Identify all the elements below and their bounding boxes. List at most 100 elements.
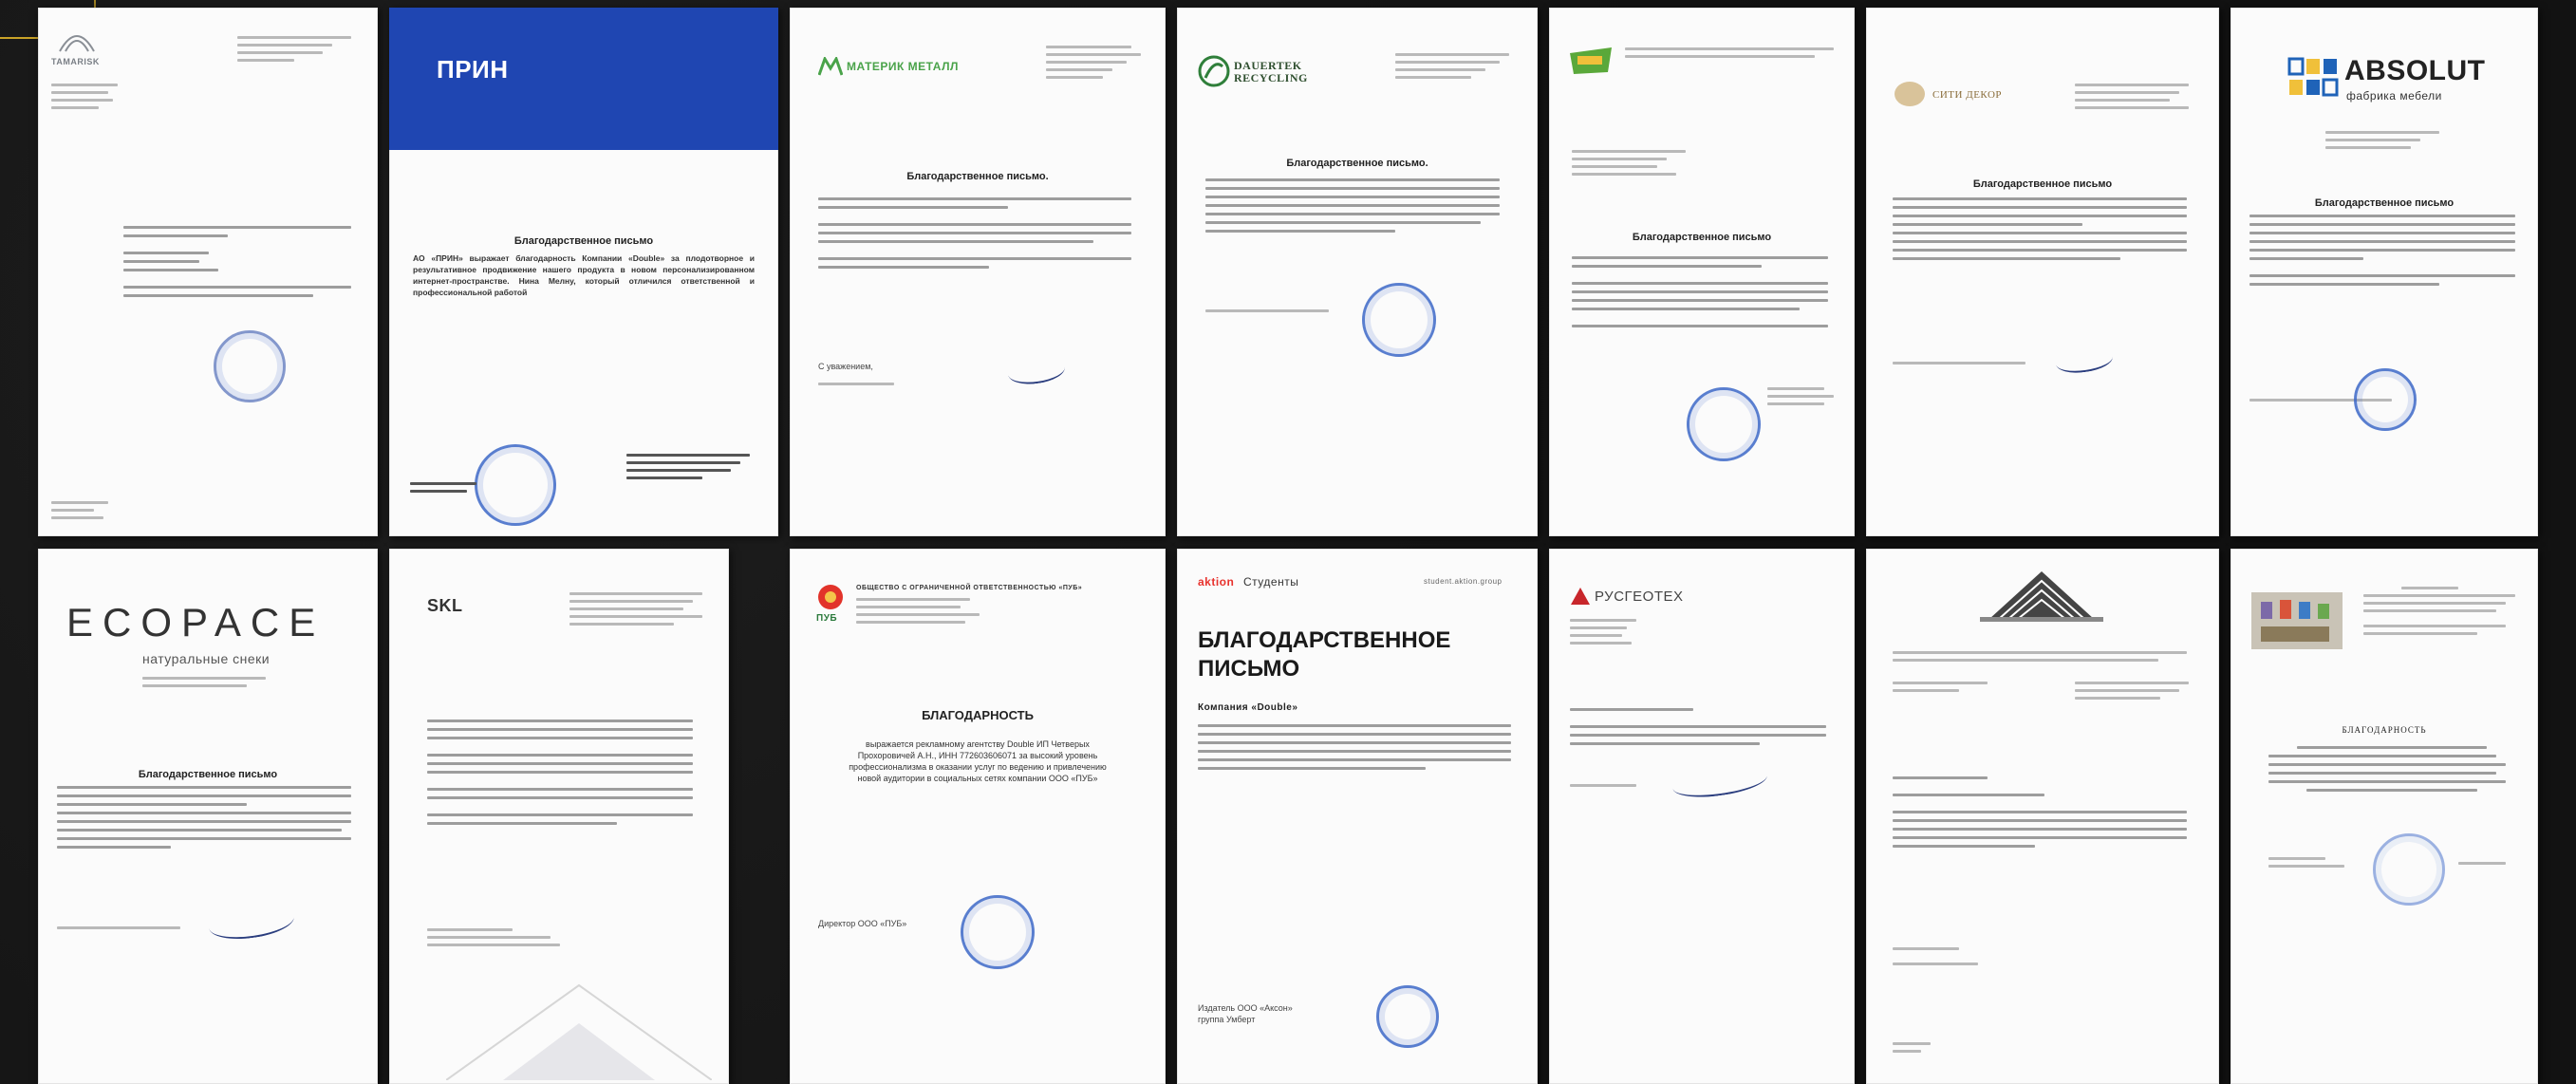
materik-logo-icon [818, 57, 843, 76]
stripes-right-lines [2075, 682, 2198, 704]
stripes-header-lines [1893, 651, 2196, 666]
green-body-text [1572, 256, 1838, 333]
pub-title: БЛАГОДАРНОСТЬ [922, 708, 1034, 722]
tamarisk-body-text [123, 226, 361, 303]
materik-title: Благодарственное письмо. [906, 171, 1049, 182]
tamarisk-stamp [214, 330, 286, 402]
stripes-logo-icon [1980, 571, 2103, 622]
letter-materik[interactable]: МАТЕРИК МЕТАЛЛ Благодарственное письмо. … [790, 8, 1166, 536]
ecospace-logo: ECOPACE [66, 600, 326, 645]
aktion-logo-tail: Студенты [1243, 575, 1299, 589]
tamarisk-logo: TAMARISK [51, 57, 100, 66]
aktion-body-head: Компания «Double» [1198, 702, 1298, 713]
aktion-body-text [1198, 724, 1521, 776]
letter-tamarisk[interactable]: TAMARISK [38, 8, 378, 536]
materik-signature [1006, 354, 1067, 388]
materik-sig-line [818, 383, 904, 390]
sitidekor-signature [2054, 345, 2115, 377]
green-title: Благодарственное письмо [1632, 232, 1772, 243]
rusgeotex-logo-icon [1571, 588, 1590, 605]
dauertek-title: Благодарственное письмо. [1286, 158, 1428, 169]
spb-title: БЛАГОДАРНОСТЬ [2342, 725, 2427, 735]
sitidekor-logo: СИТИ ДЕКОР [1932, 89, 2003, 101]
aktion-title: БЛАГОДАРСТВЕННОЕ ПИСЬМО [1198, 627, 1451, 682]
letter-aktion[interactable]: aktion Студенты student.aktion.group БЛА… [1177, 549, 1538, 1084]
absolut-title: Благодарственное письмо [2314, 197, 2455, 209]
rusgeotex-signature [1671, 762, 1769, 802]
stripes-footer-lines [1893, 1042, 1940, 1057]
ecospace-body-text [57, 786, 361, 854]
sitidekor-header-lines [2075, 84, 2208, 114]
letter-rusgeotex[interactable]: РУСГЕОТЕХ [1549, 549, 1855, 1084]
letter-skl[interactable]: SKL [389, 549, 729, 1084]
stripes-sig-lines [1893, 947, 2196, 970]
tamarisk-header-lines [237, 36, 361, 66]
letter-dauertek[interactable]: DAUERTEK RECYCLING Благодарственное пись… [1177, 8, 1538, 536]
tamarisk-left-lines [51, 84, 127, 114]
rusgeotex-logo: РУСГЕОТЕХ [1595, 589, 1684, 605]
prin-body: АО «ПРИН» выражает благодарность Компани… [413, 253, 755, 297]
green-sig-lines [1767, 387, 1843, 410]
letter-prin[interactable]: ПРИН Благодарственное письмо АО «ПРИН» в… [389, 8, 778, 536]
sitidekor-body-text [1893, 197, 2196, 266]
dauertek-header-lines [1395, 53, 1519, 84]
ecospace-address-lines [142, 677, 275, 692]
green-header-lines [1625, 47, 1843, 63]
materik-sig-label: С уважением, [818, 362, 873, 371]
spb-body-text [2268, 746, 2515, 797]
letter-sitidekor[interactable]: СИТИ ДЕКОР Благодарственное письмо [1866, 8, 2219, 536]
skl-header-lines [569, 592, 712, 630]
spb-stamp [2373, 833, 2445, 906]
materik-header-lines [1046, 46, 1150, 84]
rusgeotex-sig-line [1570, 784, 1646, 792]
spb-sig-name [2458, 862, 2515, 869]
rusgeotex-body-text [1570, 708, 1836, 751]
stripes-body-text [1893, 776, 2196, 853]
ecospace-signature [207, 901, 296, 944]
green-logo-icon [1570, 47, 1612, 74]
letter-absolut[interactable]: ABSOLUT фабрика мебели Благодарственное … [2231, 8, 2538, 536]
letter-stripes[interactable] [1866, 549, 2219, 1084]
absolut-logo: ABSOLUT [2344, 55, 2486, 86]
absolut-logo-sub: фабрика мебели [2346, 89, 2442, 103]
letter-pub[interactable]: ПУБ ОБЩЕСТВО С ОГРАНИЧЕННОЙ ОТВЕТСТВЕННО… [790, 549, 1166, 1084]
absolut-address-lines [2325, 131, 2449, 154]
prin-stamp [475, 444, 556, 526]
letter-green[interactable]: Благодарственное письмо [1549, 8, 1855, 536]
prin-title: Благодарственное письмо [513, 235, 654, 247]
letter-ecospace[interactable]: ECOPACE натуральные снеки Благодарственн… [38, 549, 378, 1084]
sitidekor-title: Благодарственное письмо [1972, 178, 2113, 190]
ecospace-title: Благодарственное письмо [138, 769, 278, 780]
aktion-sig-label: Издатель ООО «Аксон» группа Умберт [1198, 1003, 1293, 1024]
dauertek-stamp [1362, 283, 1436, 357]
aktion-url: student.aktion.group [1424, 577, 1503, 586]
prin-footer-left [410, 482, 486, 497]
prin-footer-right [626, 454, 759, 484]
absolut-stamp [2354, 368, 2417, 431]
ecospace-logo-sub: натуральные снеки [142, 651, 271, 666]
pub-header-lines [856, 598, 1150, 628]
spb-header-lines [2363, 587, 2525, 640]
pub-body: выражается рекламному агентству Double И… [849, 739, 1107, 783]
aktion-stamp [1376, 985, 1439, 1048]
skl-sig-lines [427, 928, 569, 951]
materik-body-text [818, 197, 1141, 274]
letter-spb[interactable]: БЛАГОДАРНОСТЬ [2231, 549, 2538, 1084]
absolut-logo-icon [2287, 57, 2339, 97]
dauertek-body-text [1205, 178, 1509, 238]
tamarisk-logo-icon [59, 35, 95, 52]
pub-sig-label: Директор ООО «ПУБ» [818, 919, 907, 928]
tamarisk-footer-lines [51, 501, 118, 524]
spb-sig-line [2268, 857, 2354, 872]
skl-body-text [427, 720, 702, 831]
green-meta-lines [1572, 150, 1714, 180]
dauertek-sig-line [1205, 309, 1338, 317]
ecospace-sig-line [57, 926, 190, 934]
pub-stamp [961, 895, 1035, 969]
absolut-body-text [2249, 215, 2525, 291]
materik-logo: МАТЕРИК МЕТАЛЛ [847, 60, 959, 73]
aktion-logo: aktion [1198, 575, 1235, 589]
dauertek-logo: DAUERTEK RECYCLING [1234, 59, 1308, 84]
pub-logo: ПУБ [816, 613, 838, 624]
green-stamp [1687, 387, 1761, 461]
